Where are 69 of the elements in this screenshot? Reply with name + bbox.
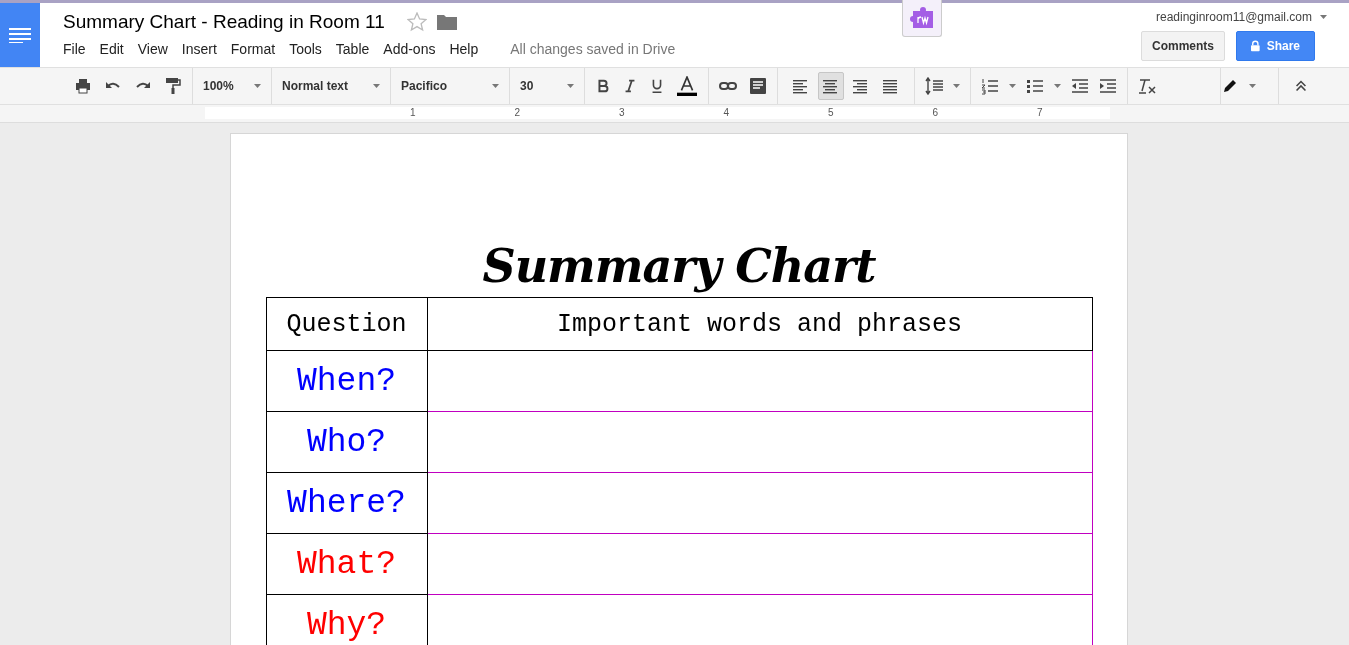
pencil-icon[interactable]	[1221, 77, 1239, 95]
ruler-number: 7	[1037, 107, 1043, 118]
menu-item[interactable]: Help	[442, 41, 486, 57]
caret-icon	[492, 84, 499, 88]
caret-icon	[567, 84, 574, 88]
comment-icon[interactable]	[749, 77, 767, 95]
ruler-number: 5	[828, 107, 834, 118]
caret-icon	[1320, 15, 1327, 19]
bold-icon[interactable]	[595, 78, 611, 94]
align-lines-icon	[853, 77, 869, 95]
increase-indent-icon[interactable]	[1099, 77, 1117, 95]
caret-icon	[1249, 84, 1256, 88]
question-cell: What?	[266, 533, 427, 595]
lock-icon	[1251, 40, 1260, 52]
star-icon[interactable]	[406, 12, 427, 32]
numbered-list-icon[interactable]	[981, 77, 999, 95]
docs-logo-icon[interactable]	[0, 3, 40, 67]
collapse-icon[interactable]	[1293, 78, 1309, 94]
menu-item[interactable]: Tools	[282, 41, 329, 57]
save-status: All changes saved in Drive	[509, 41, 677, 57]
account-email[interactable]: readinginroom11@gmail.com	[1155, 10, 1312, 24]
menu-item[interactable]: Add-ons	[376, 41, 443, 57]
ruler-number: 2	[514, 107, 521, 118]
answer-cell[interactable]	[427, 472, 1092, 534]
question-cell: Who?	[266, 411, 427, 473]
comments-button[interactable]: Comments	[1141, 31, 1225, 61]
table-header: Question	[266, 297, 427, 351]
answer-cell[interactable]	[427, 350, 1092, 412]
font-size-dropdown[interactable]: 30	[520, 68, 574, 104]
text-color-icon[interactable]	[676, 76, 698, 96]
ruler[interactable]: 1 2 3 4 5 6 7	[205, 107, 1110, 119]
question-cell: When?	[266, 350, 427, 412]
ruler-number: 4	[723, 107, 730, 118]
table-header: Important words and phrases	[427, 297, 1092, 351]
decrease-indent-icon[interactable]	[1071, 77, 1089, 95]
align-button[interactable]	[818, 72, 844, 100]
menu-item[interactable]: Table	[328, 41, 377, 57]
document-heading: Summary Chart	[482, 239, 876, 293]
menu-item[interactable]: File	[56, 41, 93, 57]
align-lines-icon	[883, 77, 899, 95]
style-dropdown[interactable]: Normal text	[282, 68, 380, 104]
menu-item[interactable]: View	[130, 41, 175, 57]
align-lines-icon	[823, 77, 839, 95]
puzzle-extension-icon[interactable]	[902, 0, 942, 37]
question-cell: Where?	[266, 472, 427, 534]
caret-icon	[953, 84, 960, 88]
document-title[interactable]: Summary Chart - Reading in Room 11	[63, 11, 385, 33]
align-lines-icon	[793, 77, 809, 95]
bulleted-list-icon[interactable]	[1026, 77, 1044, 95]
question-cell: Why?	[266, 594, 427, 645]
clear-formatting-icon[interactable]	[1138, 77, 1156, 95]
ruler-number: 6	[932, 107, 939, 118]
caret-icon	[1009, 84, 1016, 88]
answer-cell[interactable]	[427, 533, 1092, 595]
font-dropdown[interactable]: Pacifico	[401, 68, 499, 104]
caret-icon	[254, 84, 261, 88]
menu-item[interactable]: Edit	[92, 41, 131, 57]
print-icon[interactable]	[74, 77, 92, 95]
paint-roller-icon[interactable]	[164, 77, 182, 95]
zoom-dropdown[interactable]: 100%	[203, 68, 261, 104]
answer-cell[interactable]	[427, 411, 1092, 473]
folder-icon[interactable]	[436, 14, 457, 30]
ruler-number: 1	[410, 107, 416, 118]
line-spacing-icon[interactable]	[925, 77, 943, 95]
caret-icon	[1054, 84, 1061, 88]
menu-item[interactable]: Format	[223, 41, 283, 57]
ruler-number: 3	[619, 107, 625, 118]
caret-icon	[373, 84, 380, 88]
menu-item[interactable]: Insert	[174, 41, 224, 57]
